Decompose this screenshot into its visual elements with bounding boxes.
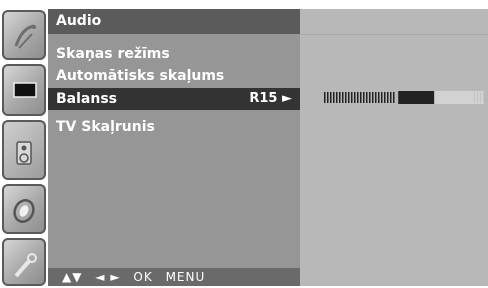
slider-tick (375, 92, 377, 103)
sidebar-item-picture[interactable] (2, 64, 46, 116)
settings-wrench-icon (14, 253, 37, 278)
slider-tick (372, 92, 374, 103)
slider-tick (474, 92, 475, 103)
menu-item-label: Balanss (56, 91, 117, 107)
balance-slider[interactable] (324, 91, 484, 104)
slider-tick (393, 92, 395, 103)
slider-tick (336, 92, 338, 103)
slider-tick (390, 92, 392, 103)
menu-title: Audio (48, 9, 300, 34)
ok-hint: OK (133, 270, 153, 284)
menu-item-sound-mode[interactable]: Skaņas režīms (48, 43, 300, 65)
slider-tick (360, 92, 362, 103)
adjustment-panel (300, 9, 488, 286)
slider-tick (327, 92, 329, 103)
slider-tick (345, 92, 347, 103)
slider-tick (330, 92, 332, 103)
menu-item-balance[interactable]: Balanss R15 ► (48, 88, 300, 110)
slider-tick (351, 92, 353, 103)
menu-item-auto-volume[interactable]: Automātisks skaļums (48, 65, 300, 87)
slider-tick (477, 92, 478, 103)
slider-tick (342, 92, 344, 103)
sidebar-item-time[interactable] (2, 184, 46, 234)
slider-tick (324, 92, 326, 103)
slider-tick (384, 92, 386, 103)
navigation-hint-bar: ▲▼ ◄ ► OK MENU (48, 268, 300, 286)
slider-tick (381, 92, 383, 103)
slider-tick (369, 92, 371, 103)
clock-icon (13, 199, 35, 223)
screen-icon (13, 82, 37, 98)
menu-item-tv-speaker[interactable]: TV Skaļrunis (48, 116, 300, 138)
slider-tick (333, 92, 335, 103)
slider-tick (339, 92, 341, 103)
slider-tick (348, 92, 350, 103)
slider-tick (354, 92, 356, 103)
tv-osd: Audio Skaņas režīms Automātisks skaļums … (0, 0, 488, 286)
menu-item-label: Automātisks skaļums (56, 68, 225, 84)
audio-menu-panel: Audio Skaņas režīms Automātisks skaļums … (48, 9, 300, 286)
left-right-arrows-icon: ◄ ► (95, 270, 121, 284)
slider-tick (357, 92, 359, 103)
menu-hint: MENU (165, 270, 206, 284)
menu-item-label: TV Skaļrunis (56, 119, 155, 135)
osd-sidebar (2, 0, 48, 286)
slider-thumb[interactable] (398, 91, 435, 104)
speaker-icon (16, 141, 32, 165)
menu-item-label: Skaņas režīms (56, 46, 170, 62)
slider-tick (363, 92, 365, 103)
adjustment-panel-header (300, 9, 488, 35)
sidebar-item-channel[interactable] (2, 10, 46, 60)
up-down-arrows-icon: ▲▼ (62, 270, 83, 284)
slider-tick (483, 92, 484, 103)
sidebar-item-option[interactable] (2, 238, 46, 286)
slider-tick (480, 92, 481, 103)
balance-value: R15 ► (249, 91, 292, 106)
slider-tick (366, 92, 368, 103)
satellite-dish-icon (14, 24, 36, 49)
slider-tick (378, 92, 380, 103)
sidebar-item-audio[interactable] (2, 120, 46, 180)
slider-tick (387, 92, 389, 103)
